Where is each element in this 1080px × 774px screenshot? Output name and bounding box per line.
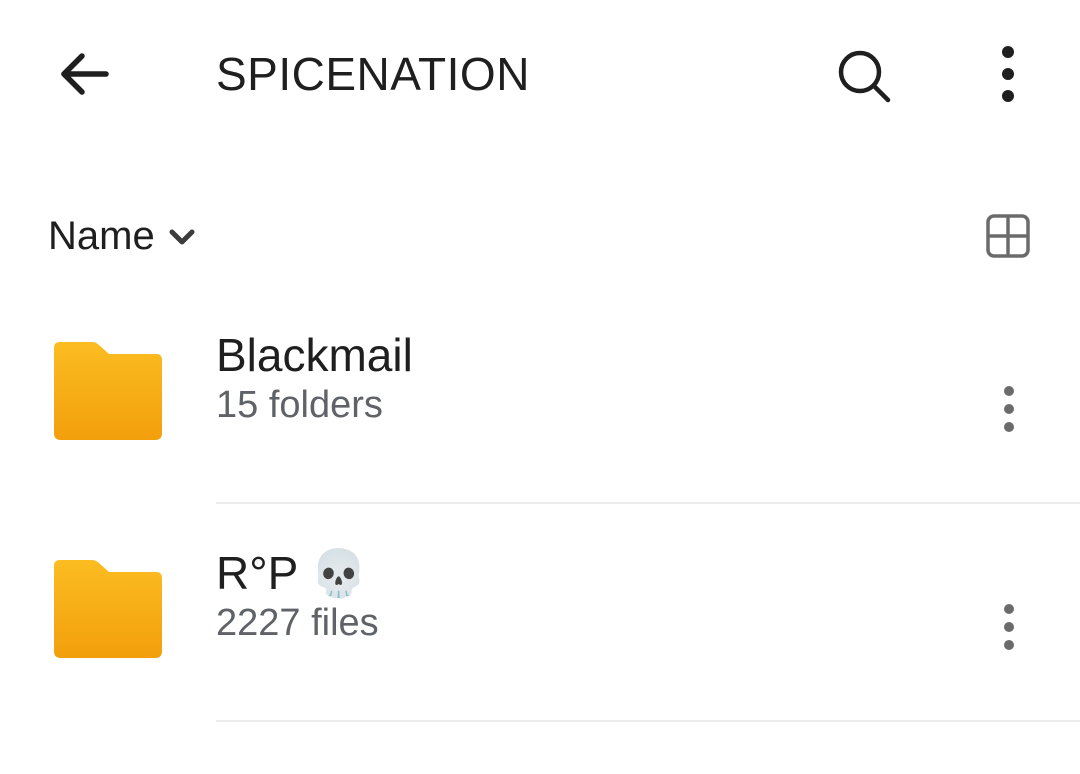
list-item[interactable]: Blackmail 15 folders [0,294,1080,512]
folder-icon [54,342,162,440]
search-button[interactable] [822,34,906,118]
grid-view-icon [986,214,1030,258]
arrow-back-icon [61,53,109,95]
item-text: Blackmail 15 folders [216,326,413,430]
more-vert-icon [1002,46,1014,102]
page-title: SPICENATION [216,48,530,100]
folder-icon [54,560,162,658]
list-item[interactable]: R°P 💀 2227 files [0,512,1080,730]
file-browser-screen: SPICENATION Name Blackmail 15 folders R°… [0,0,1080,774]
item-text: R°P 💀 2227 files [216,544,379,648]
file-list: Blackmail 15 folders R°P 💀 2227 files [0,294,1080,730]
view-toggle-button[interactable] [972,198,1044,274]
item-count: 2227 files [216,602,379,644]
item-more-button[interactable] [976,374,1042,444]
more-vert-icon [1004,604,1014,650]
back-button[interactable] [44,34,124,114]
divider [216,720,1080,722]
item-more-button[interactable] [976,592,1042,662]
item-count: 15 folders [216,384,383,426]
more-options-button[interactable] [968,34,1048,114]
divider [216,502,1080,504]
top-app-bar: SPICENATION [0,0,1080,150]
chevron-down-icon [169,229,195,247]
sort-label: Name [48,213,155,258]
item-name: R°P 💀 [216,547,368,599]
sort-bar: Name [0,196,1080,276]
search-icon [838,50,891,103]
sort-by-button[interactable]: Name [48,206,195,266]
more-vert-icon [1004,386,1014,432]
item-name: Blackmail [216,329,413,381]
